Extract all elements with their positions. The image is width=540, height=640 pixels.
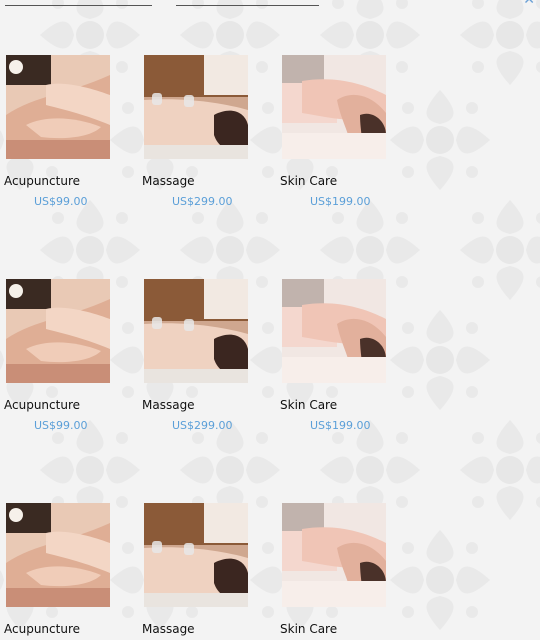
- product-price: US$99.00: [34, 195, 88, 208]
- product-grid: Acupuncture US$99.00 Massage US$299.00 S…: [0, 0, 540, 640]
- product-name[interactable]: Massage: [142, 622, 195, 636]
- filter-field-1[interactable]: [5, 0, 152, 6]
- product-price: US$299.00: [172, 419, 233, 432]
- massage-photo[interactable]: [144, 279, 248, 383]
- top-toolbar: ✕: [0, 0, 540, 8]
- product-name[interactable]: Acupuncture: [4, 622, 80, 636]
- skin-care-photo[interactable]: [282, 503, 386, 607]
- massage-photo[interactable]: [144, 503, 248, 607]
- product-name[interactable]: Acupuncture: [4, 174, 80, 188]
- product-name[interactable]: Skin Care: [280, 622, 337, 636]
- skin-care-photo[interactable]: [282, 279, 386, 383]
- product-name[interactable]: Acupuncture: [4, 398, 80, 412]
- acupuncture-photo[interactable]: [6, 503, 110, 607]
- acupuncture-photo[interactable]: [6, 279, 110, 383]
- filter-field-2[interactable]: [176, 0, 319, 6]
- close-icon[interactable]: ✕: [523, 0, 535, 7]
- product-name[interactable]: Massage: [142, 174, 195, 188]
- product-price: US$199.00: [310, 419, 371, 432]
- skin-care-photo[interactable]: [282, 55, 386, 159]
- product-price: US$99.00: [34, 419, 88, 432]
- product-name[interactable]: Massage: [142, 398, 195, 412]
- product-name[interactable]: Skin Care: [280, 174, 337, 188]
- acupuncture-photo[interactable]: [6, 55, 110, 159]
- product-price: US$199.00: [310, 195, 371, 208]
- product-name[interactable]: Skin Care: [280, 398, 337, 412]
- product-price: US$299.00: [172, 195, 233, 208]
- massage-photo[interactable]: [144, 55, 248, 159]
